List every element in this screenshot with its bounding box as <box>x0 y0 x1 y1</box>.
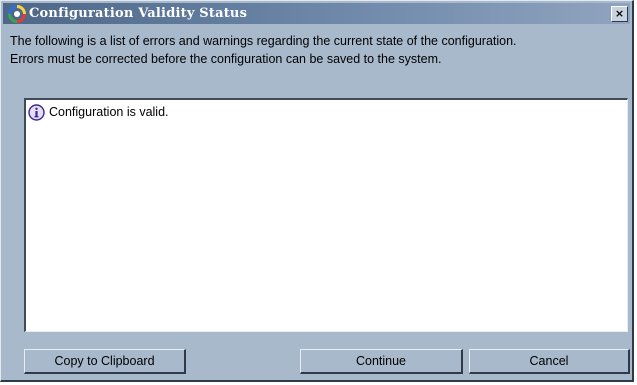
dialog-title: Configuration Validity Status <box>29 6 248 21</box>
continue-button[interactable]: Continue <box>300 349 463 374</box>
cancel-button[interactable]: Cancel <box>469 349 630 374</box>
copy-to-clipboard-button[interactable]: Copy to Clipboard <box>24 349 186 374</box>
title-bar[interactable]: Configuration Validity Status × <box>3 3 630 24</box>
list-item-text: Configuration is valid. <box>49 105 169 119</box>
instructions-line-1: The following is a list of errors and wa… <box>10 34 517 48</box>
app-swirl-icon <box>8 5 26 23</box>
list-item[interactable]: Configuration is valid. <box>28 103 169 121</box>
config-validity-dialog: Configuration Validity Status × The foll… <box>0 0 634 382</box>
instructions-line-2: Errors must be corrected before the conf… <box>10 52 442 66</box>
close-button[interactable]: × <box>611 6 628 22</box>
instructions-text: The following is a list of errors and wa… <box>10 32 625 68</box>
status-list[interactable]: Configuration is valid. <box>24 98 628 332</box>
info-icon <box>28 103 45 121</box>
